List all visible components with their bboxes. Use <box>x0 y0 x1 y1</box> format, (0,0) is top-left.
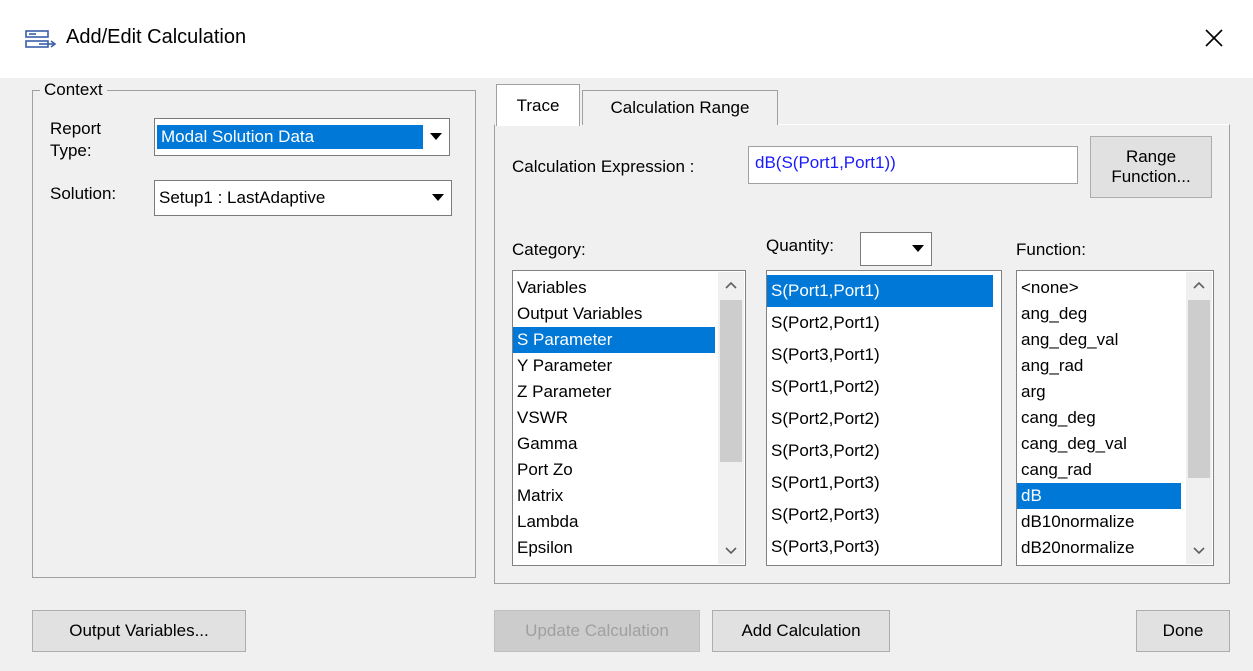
list-item[interactable]: S(Port3,Port2) <box>767 435 993 467</box>
scroll-up-icon[interactable] <box>1186 272 1212 298</box>
close-icon <box>1205 29 1223 47</box>
list-item[interactable]: Gamma <box>513 431 715 457</box>
list-item[interactable]: S(Port1,Port1) <box>767 275 993 307</box>
scroll-down-icon[interactable] <box>1186 538 1212 564</box>
done-button[interactable]: Done <box>1136 610 1230 652</box>
list-item[interactable]: S(Port2,Port2) <box>767 403 993 435</box>
function-list[interactable]: <none> ang_deg ang_deg_val ang_rad arg cang_d… <box>1016 270 1214 566</box>
function-label: Function: <box>1016 240 1086 259</box>
list-item[interactable]: S(Port3,Port1) <box>767 339 993 371</box>
quantity-label: Quantity: <box>766 236 835 255</box>
context-legend: Context <box>40 80 107 100</box>
list-item[interactable]: cang_deg_val <box>1017 431 1181 457</box>
tab-trace[interactable]: Trace <box>496 84 580 126</box>
chevron-down-icon[interactable] <box>905 233 931 265</box>
list-item[interactable]: Y Parameter <box>513 353 715 379</box>
calculation-expression-label: Calculation Expression : <box>512 157 695 176</box>
scroll-up-icon[interactable] <box>718 272 744 298</box>
list-item[interactable]: arg <box>1017 379 1181 405</box>
close-button[interactable] <box>1192 18 1236 58</box>
list-item[interactable]: Lambda <box>513 509 715 535</box>
list-item[interactable]: S Parameter <box>513 327 715 353</box>
report-type-dropdown[interactable]: Modal Solution Data <box>154 118 450 156</box>
quantity-filter-value <box>861 233 905 265</box>
list-item[interactable]: ang_rad <box>1017 353 1181 379</box>
list-item[interactable]: Port Zo <box>513 457 715 483</box>
list-item[interactable]: dB20normalize <box>1017 535 1181 561</box>
report-type-value: Modal Solution Data <box>157 125 423 149</box>
scroll-down-icon[interactable] <box>718 538 744 564</box>
category-label: Category: <box>512 240 586 259</box>
list-item[interactable]: S(Port1,Port3) <box>767 467 993 499</box>
quantity-filter-dropdown[interactable] <box>860 232 932 266</box>
report-type-label: Report Type: <box>50 119 102 160</box>
chevron-down-icon[interactable] <box>423 119 449 155</box>
update-calculation-button[interactable]: Update Calculation <box>494 610 700 652</box>
list-item[interactable]: dB <box>1017 483 1181 509</box>
list-item[interactable]: VSWR <box>513 405 715 431</box>
category-scroll-thumb[interactable] <box>720 300 742 462</box>
range-function-button[interactable]: Range Function... <box>1090 136 1212 198</box>
calculation-expression-input[interactable]: dB(S(Port1,Port1)) <box>748 146 1078 184</box>
window-title: Add/Edit Calculation <box>66 26 247 48</box>
list-item[interactable]: Z Parameter <box>513 379 715 405</box>
function-scrollbar[interactable] <box>1186 272 1212 564</box>
function-scroll-thumb[interactable] <box>1188 300 1210 478</box>
list-item[interactable]: ang_deg_val <box>1017 327 1181 353</box>
solution-value: Setup1 : LastAdaptive <box>159 188 326 207</box>
list-item[interactable]: Output Variables <box>513 301 715 327</box>
list-item[interactable]: S(Port2,Port3) <box>767 499 993 531</box>
add-calculation-button[interactable]: Add Calculation <box>712 610 890 652</box>
list-item[interactable]: ang_deg <box>1017 301 1181 327</box>
list-item[interactable]: dB10normalize <box>1017 509 1181 535</box>
list-item[interactable]: cang_deg <box>1017 405 1181 431</box>
output-variables-button[interactable]: Output Variables... <box>32 610 246 652</box>
calculation-app-icon <box>24 28 60 50</box>
list-item[interactable]: S(Port2,Port1) <box>767 307 993 339</box>
category-list[interactable]: Variables Output Variables S Parameter Y Pa… <box>512 270 746 566</box>
list-item[interactable]: S(Port1,Port2) <box>767 371 993 403</box>
list-item[interactable]: cang_rad <box>1017 457 1181 483</box>
solution-dropdown[interactable]: Setup1 : LastAdaptive <box>154 180 452 216</box>
list-item[interactable]: S(Port3,Port3) <box>767 531 993 563</box>
list-item[interactable]: Variables <box>513 275 715 301</box>
context-group <box>32 90 476 578</box>
list-item[interactable]: Epsilon <box>513 535 715 561</box>
list-item[interactable]: Matrix <box>513 483 715 509</box>
chevron-down-icon[interactable] <box>425 181 451 215</box>
tab-calculation-range[interactable]: Calculation Range <box>582 90 778 125</box>
category-scrollbar[interactable] <box>718 272 744 564</box>
list-item[interactable]: <none> <box>1017 275 1181 301</box>
solution-label: Solution: <box>50 184 117 203</box>
quantity-list[interactable]: S(Port1,Port1) S(Port2,Port1) S(Port3,Port… <box>766 270 1002 566</box>
